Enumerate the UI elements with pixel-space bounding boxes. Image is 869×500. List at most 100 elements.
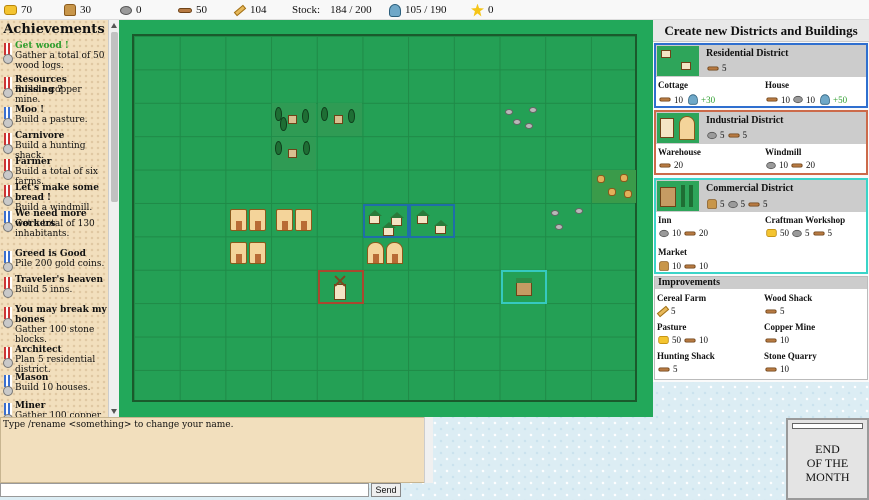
wood-log-icon [791,163,803,167]
tree-icon [302,109,309,123]
rock-icon [529,107,537,113]
windmill-icon [660,118,674,138]
copper-mine-build-option[interactable]: Copper Mine [764,322,815,332]
house-build-option[interactable]: House [765,80,789,90]
achievement-title: Miner [15,401,46,411]
market-stall-icon [516,278,532,296]
hunting-shack-cost: 5 [657,364,678,374]
wood-cost: 20 [699,228,708,238]
map-grid[interactable] [132,34,637,402]
copper-mine-tile[interactable] [592,170,636,203]
rock-icon [505,109,513,115]
hunting-shack-build-option[interactable]: Hunting Shack [657,351,715,361]
industrial-district-card[interactable]: Industrial District 5 5 Warehouse 20 Win… [654,110,868,175]
stone-cost: 10 [672,228,681,238]
rock-icon [555,224,563,230]
send-button[interactable]: Send [371,483,401,497]
resource-bar: 70 30 0 50 104 Stock: 184 / 200 105 / 19… [0,0,869,20]
wood-log-icon [765,338,777,342]
medal-icon [3,107,13,129]
tree-icon [303,141,310,155]
stone-quarry-tile[interactable] [501,103,545,136]
warehouse-tile[interactable] [363,237,407,270]
medal-icon [3,159,13,181]
house-icon [416,210,430,224]
windmill-tile[interactable] [318,270,364,304]
copper-resource: 104 [233,3,267,17]
food-resource: 30 [64,3,91,17]
pasture-build-option[interactable]: Pasture [657,322,686,332]
achievement-description: Build 10 houses. [15,383,91,393]
cottage-icon [230,209,247,231]
stone-icon [120,5,132,15]
population-icon [688,94,698,105]
medal-icon [3,211,13,233]
forest-tile[interactable] [272,103,316,136]
copper-ore-icon [620,174,628,182]
cottage-icon [276,209,293,231]
wood-shack-build-option[interactable]: Wood Shack [764,293,812,303]
end-month-button[interactable]: END OF THE MONTH [786,418,869,500]
wood-log-icon [707,66,719,70]
achievement-title: Carnivore [15,131,65,141]
medal-icon [3,403,13,417]
achievement-title: Mason [15,373,49,383]
market-tile[interactable] [501,270,547,304]
stone-icon [792,229,802,237]
forest-tile[interactable] [272,137,316,170]
rock-icon [551,210,559,216]
medal-icon [3,133,13,155]
craftman-workshop-build-option[interactable]: Craftman Workshop [765,215,845,225]
copper-cost: 5 [671,306,676,316]
stock-resource: Stock: 184 / 200 [292,3,372,17]
achievements-scrollbar[interactable] [108,20,119,417]
wood-shack-cost: 5 [764,306,785,316]
chat-input[interactable] [0,483,369,497]
windmill-cost: 10 20 [765,160,815,170]
scroll-thumb[interactable] [111,32,118,202]
warehouse-build-option[interactable]: Warehouse [658,147,701,157]
chat-scrollbar[interactable] [424,417,433,483]
stone-icon [727,200,738,208]
cereal-farm-build-option[interactable]: Cereal Farm [657,293,706,303]
forest-tile[interactable] [318,103,362,136]
warehouse-icon [679,116,695,140]
residential-district-name: Residential District [706,48,789,59]
scroll-down-arrow-icon[interactable] [111,409,117,414]
residential-district-card[interactable]: Residential District 5 Cottage 10 +30 Ho… [654,43,868,108]
residential-district-tile[interactable] [409,204,455,238]
build-panel-title: Create new Districts and Buildings [653,20,869,42]
achievement-title: You may break my bones [15,305,107,325]
commercial-district-card[interactable]: Commercial District 5 5 5 Inn 10 20 Craf… [654,178,868,274]
tree-icon [275,141,282,155]
cottage-tile[interactable] [226,237,270,270]
windmill-build-option[interactable]: Windmill [765,147,801,157]
achievement-item: Traveler's heaven Build 5 inns. [0,274,108,308]
stone-quarry-build-option[interactable]: Stone Quarry [764,351,817,361]
bread-icon [659,261,669,271]
medal-icon [3,43,13,65]
stone-cost: 5 [805,228,810,238]
medal-icon [3,277,13,299]
food-cost: 5 [720,199,725,209]
medal-icon [3,347,13,369]
residential-district-tile[interactable] [363,204,409,238]
achievement-description: Get a total of 130 inhabitants. [15,219,95,239]
stone-quarry-tile[interactable] [547,204,591,237]
cottage-tile[interactable] [226,204,270,237]
commercial-district-thumbnail [657,181,699,211]
star-icon [471,3,484,17]
build-panel: Create new Districts and Buildings Resid… [653,20,869,382]
market-build-option[interactable]: Market [658,247,687,257]
wood-log-icon [766,97,778,102]
cottage-tile[interactable] [272,204,316,237]
cottage-build-option[interactable]: Cottage [658,80,688,90]
commercial-district-header[interactable]: Commercial District 5 5 5 [656,180,866,212]
chat-log[interactable]: Type /rename <something> to change your … [0,417,433,483]
bread-icon [64,4,76,16]
scroll-up-arrow-icon[interactable] [111,23,117,28]
inn-build-option[interactable]: Inn [658,215,672,225]
residential-district-header[interactable]: Residential District 5 [656,45,866,77]
industrial-district-header[interactable]: Industrial District 5 5 [656,112,866,144]
wood-cost: 20 [674,160,683,170]
